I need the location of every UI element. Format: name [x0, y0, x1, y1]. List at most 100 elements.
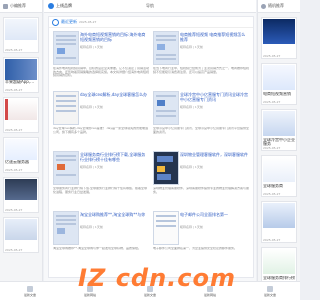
- left-item-date: 2025-05-27: [5, 168, 23, 172]
- thumbnail-image: [5, 219, 37, 240]
- article-meta: 昵称名称 | 1天前: [80, 105, 103, 109]
- left-item[interactable]: 2025-05-27: [3, 177, 39, 213]
- left-item-date: 2025-05-27: [5, 128, 23, 132]
- article-thumbnail: [53, 151, 79, 185]
- right-item-title: 全球冷宫中小企业服务: [263, 138, 295, 146]
- left-sidebar-title: 小编推荐: [10, 3, 26, 8]
- thumbnail-image: [5, 179, 37, 200]
- article-meta: 昵称名称 | 1天前: [80, 165, 103, 169]
- article-desc: 全球冷宫中小亿营服专门资讯，全球冷宫中小亿营服专门资讯平台提供全面的资讯。: [153, 127, 249, 134]
- article-meta: 昵称名称 | 1天前: [180, 105, 203, 109]
- article-card[interactable]: 电商推荐短视频 电商推荐短视频怎么推荐 昵称名称 | 1天前 在当下电商行业中，…: [153, 29, 249, 87]
- left-item-title: 亿速云服务器: [5, 160, 29, 164]
- left-item-title: [5, 40, 37, 48]
- thumbnail-image: [263, 157, 295, 182]
- article-desc: 深圳物业管理客服软件，深圳客服软件提供专业的物业管理解决方案与服务。: [153, 187, 249, 194]
- shuffle-icon: [261, 3, 266, 9]
- left-item-title: [5, 120, 37, 128]
- right-item-title: 全球服务商: [263, 184, 283, 188]
- right-item-title: 电商短视频营销: [263, 92, 291, 96]
- article-title[interactable]: 全球冷宫中小亿营服专门资讯全球冷宫中小亿营服专门资讯: [180, 92, 249, 102]
- article-card[interactable]: 海外电商短视频营销的目标:海外电商短视频营销的目标 昵称名称 | 1天前 在海外…: [53, 29, 149, 87]
- article-meta: 昵称名称 | 1天前: [80, 45, 103, 49]
- list-icon: [26, 285, 33, 292]
- right-sidebar-header: 随机推荐: [258, 0, 300, 13]
- thumbnail-image: [263, 19, 295, 44]
- article-card[interactable]: 全球服务商行业排行榜下载,全球服务行业排行榜十佳有哪些 昵称名称 | 1天前 全…: [53, 149, 149, 207]
- article-title[interactable]: 海外电商短视频营销的目标:海外电商短视频营销的目标: [80, 32, 149, 42]
- watermark-text: IZ cdn.com: [78, 264, 237, 292]
- right-item-title: [263, 230, 295, 238]
- right-item-date: 2025-05-27: [263, 100, 281, 104]
- left-item-date: 2025-05-27: [5, 208, 23, 212]
- left-item-title: [5, 200, 37, 208]
- right-item[interactable]: 2025-05-27: [261, 201, 297, 243]
- article-card[interactable]: day全球ceo解析,day全球客服怎么办 昵称名称 | 1天前 day全球ce…: [53, 89, 149, 147]
- right-item[interactable]: 全球服务商 2025-05-27: [261, 155, 297, 197]
- article-thumbnail: [153, 91, 179, 125]
- left-item[interactable]: 2025-05-27: [3, 217, 39, 253]
- star-icon: [3, 3, 8, 9]
- left-item-date: 2025-05-27: [5, 248, 23, 252]
- article-desc: 全球服务商行业排行榜下载,全球服务行业排行榜十佳有哪些，随着全球化进程，服务行业…: [53, 187, 147, 194]
- right-item[interactable]: 全球冷宫中小企业服务 2025-05-27: [261, 109, 297, 151]
- left-item-title: 苹果超级App,…: [5, 80, 35, 84]
- article-desc: 在海外电商短视频营销中，目标的设定至关重要。它不仅决定了营销活动的方向，还影响着…: [53, 67, 149, 78]
- article-thumbnail: [53, 31, 79, 65]
- section-header: 最近更新 2025-05-27: [49, 17, 253, 28]
- main-content: 上线品牌 导航 最近更新 2025-05-27 海外电商短视频营销的目标:海外电…: [44, 0, 256, 300]
- article-meta: 昵称名称 | 1天前: [80, 225, 103, 229]
- bottom-nav-label: 最新文章: [23, 292, 36, 297]
- article-desc: 在当下电商行业中，短视频已经成为了主流营销方式之一，电商推荐短视频不仅能吸引消费…: [153, 67, 249, 74]
- left-item[interactable]: 苹果超级App,… 2025-05-27: [3, 57, 39, 93]
- right-item[interactable]: 电商短视频营销 2025-05-27: [261, 63, 297, 105]
- right-item-title: [263, 46, 295, 54]
- topbar-title: 导航: [146, 3, 154, 8]
- article-title[interactable]: 电子邮件公司全面排名第一: [180, 212, 249, 222]
- right-sidebar: 随机推荐 2025-05-27 电商短视频营销 2025-05-27 全球冷宫中…: [257, 0, 300, 300]
- top-bar: 上线品牌 导航: [44, 0, 256, 13]
- article-thumbnail: [153, 151, 179, 185]
- section-title: 最近更新: [61, 19, 77, 24]
- article-thumbnail: [153, 31, 179, 65]
- article-thumbnail: [53, 91, 79, 125]
- article-title[interactable]: 电商推荐短视频 电商推荐短视频怎么推荐: [180, 32, 249, 42]
- thumbnail-image: [5, 19, 37, 40]
- clock-icon: [52, 18, 59, 26]
- left-item-date: 2025-05-27: [5, 88, 23, 92]
- left-item[interactable]: 亿速云服务器 2025-05-27: [3, 137, 39, 173]
- article-grid: 海外电商短视频营销的目标:海外电商短视频营销的目标 昵称名称 | 1天前 在海外…: [53, 29, 249, 273]
- article-thumbnail: [53, 211, 79, 245]
- thumbnail-image: [263, 65, 295, 90]
- thumbnail-image: [5, 59, 37, 80]
- left-item-date: 2025-05-27: [5, 48, 23, 52]
- left-item-title: [5, 240, 37, 248]
- thumbnail-image: [263, 203, 295, 228]
- article-meta: 昵称名称 | 1天前: [180, 225, 203, 229]
- article-title[interactable]: 全球服务商行业排行榜下载,全球服务行业排行榜十佳有哪些: [80, 152, 149, 162]
- article-card[interactable]: 深圳物业管理客服软件，深圳客服软件 昵称名称 | 1天前 深圳物业管理客服软件，…: [153, 149, 249, 207]
- right-item-date: 2025-05-27: [263, 192, 281, 196]
- left-item[interactable]: 2025-05-27: [3, 97, 39, 133]
- thumbnail-image: [5, 99, 37, 120]
- thumbnail-image: [5, 139, 37, 160]
- article-title[interactable]: day全球ceo解析,day全球客服怎么办: [80, 92, 149, 102]
- recent-section: 最近更新 2025-05-27 海外电商短视频营销的目标:海外电商短视频营销的目…: [48, 16, 254, 278]
- article-thumbnail: [153, 211, 179, 245]
- thumbnail-image: [263, 111, 295, 136]
- left-item[interactable]: 2025-05-27: [3, 17, 39, 53]
- left-sidebar: 小编推荐 2025-05-27 苹果超级App,… 2025-05-27 202…: [0, 0, 43, 300]
- bottom-nav-item[interactable]: 最新文章: [23, 285, 36, 297]
- left-sidebar-header: 小编推荐: [0, 0, 42, 13]
- article-title[interactable]: 淘宝全球购推荐**,淘宝全球购**与你: [80, 212, 149, 222]
- right-sidebar-title: 随机推荐: [268, 3, 284, 8]
- right-item-date: 2025-05-27: [263, 146, 281, 150]
- section-date: 2025-05-27: [79, 20, 97, 24]
- article-card[interactable]: 全球冷宫中小亿营服专门资讯全球冷宫中小亿营服专门资讯 昵称名称 | 1天前 全球…: [153, 89, 249, 147]
- article-meta: 昵称名称 | 1天前: [180, 45, 203, 49]
- right-item-date: 2025-05-27: [263, 238, 281, 242]
- article-meta: 昵称名称 | 1天前: [180, 165, 203, 169]
- article-title[interactable]: 深圳物业管理客服软件，深圳客服软件: [180, 152, 249, 162]
- right-item[interactable]: 2025-05-27: [261, 17, 297, 59]
- right-item-date: 2025-05-27: [263, 54, 281, 58]
